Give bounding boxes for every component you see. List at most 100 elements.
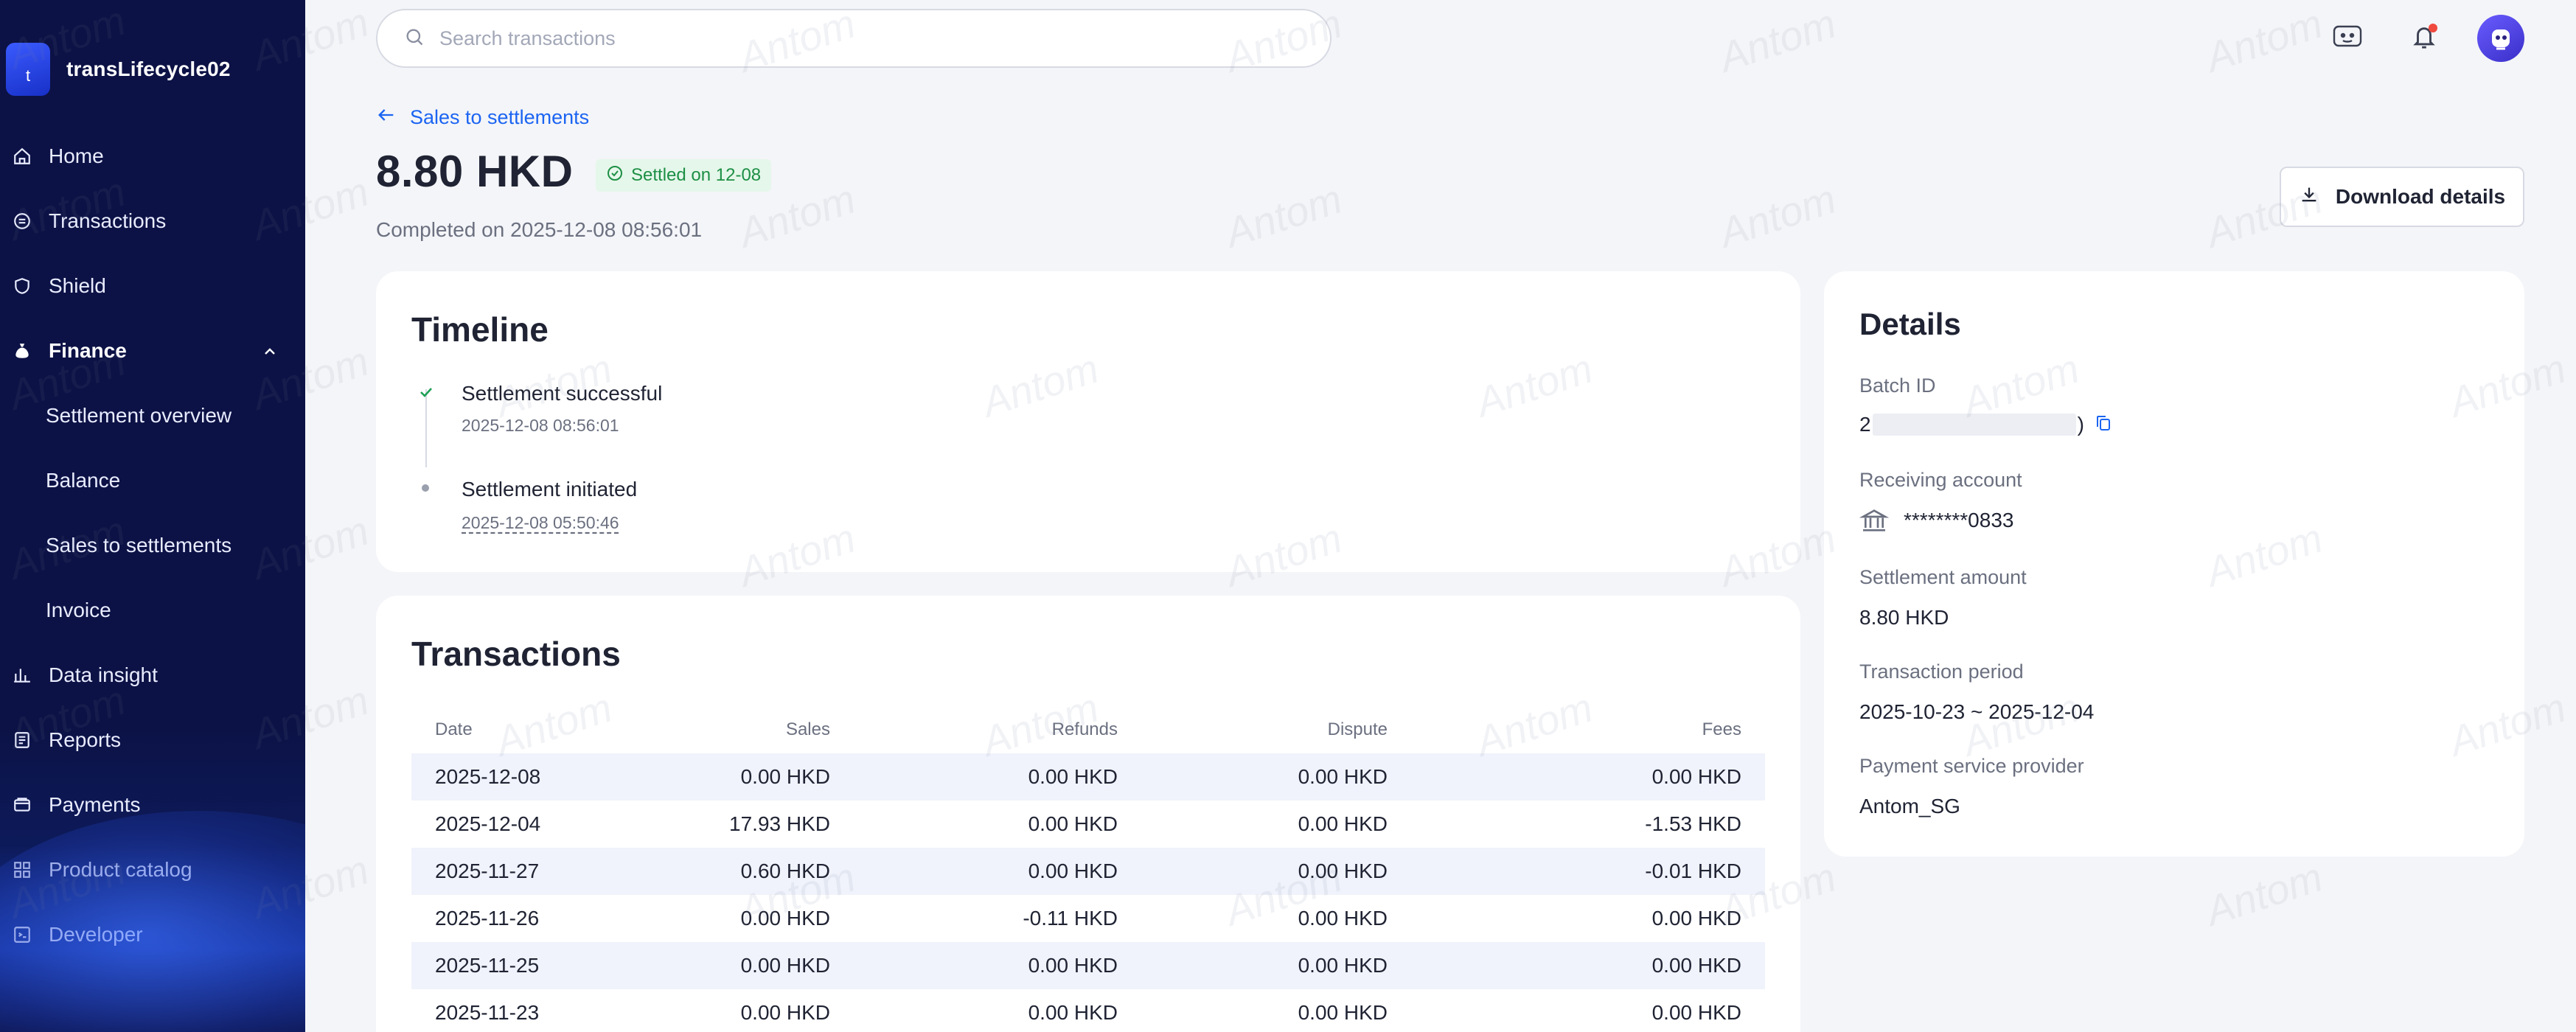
sidebar-item-label: Home xyxy=(49,144,104,167)
batch-id-prefix: 2 xyxy=(1859,413,1871,436)
batch-id-suffix: ) xyxy=(2077,413,2084,436)
receiving-account-row: ********0833 xyxy=(1859,506,2013,535)
batch-id-value: 2 ) xyxy=(1859,413,2112,436)
home-icon xyxy=(12,146,32,167)
account-switcher[interactable]: t transLifecycle02 xyxy=(6,43,231,96)
table-row[interactable]: 2025-11-25 0.00 HKD 0.00 HKD 0.00 HKD 0.… xyxy=(411,942,1765,989)
transaction-period-value: 2025-10-23 ~ 2025-12-04 xyxy=(1859,700,2095,723)
sidebar-item-label: Developer xyxy=(49,923,143,946)
cell-sales: 0.00 HKD xyxy=(740,1001,830,1024)
watermark: Antom xyxy=(1713,175,1842,257)
sidebar-item-payments[interactable]: Payments xyxy=(0,773,305,837)
table-row[interactable]: 2025-12-04 17.93 HKD 0.00 HKD 0.00 HKD -… xyxy=(411,801,1765,848)
notifications-button[interactable] xyxy=(2401,15,2448,62)
table-row[interactable]: 2025-11-26 0.00 HKD -0.11 HKD 0.00 HKD 0… xyxy=(411,895,1765,942)
cell-fees: 0.00 HKD xyxy=(1651,907,1741,930)
payments-icon xyxy=(12,795,32,815)
sidebar-item-finance[interactable]: Finance xyxy=(0,318,305,383)
cell-sales: 0.00 HKD xyxy=(740,907,830,930)
cell-dispute: 0.00 HKD xyxy=(1141,942,1411,989)
search-input[interactable] xyxy=(439,27,1250,50)
sidebar-nav: Home Transactions Shield Finance Settlem… xyxy=(0,124,305,967)
account-name: transLifecycle02 xyxy=(66,57,231,80)
watermark: Antom xyxy=(2200,0,2328,81)
watermark: Antom xyxy=(1713,0,1842,81)
table-row[interactable]: 2025-11-27 0.60 HKD 0.00 HKD 0.00 HKD -0… xyxy=(411,848,1765,895)
cell-date: 2025-12-04 xyxy=(435,812,541,835)
cell-sales: 0.00 HKD xyxy=(633,942,854,989)
watermark: Antom xyxy=(2200,853,2328,935)
psp-label: Payment service provider xyxy=(1859,755,2084,777)
finance-icon xyxy=(12,341,32,361)
sidebar-subitem-label: Invoice xyxy=(46,599,111,621)
download-details-button[interactable]: Download details xyxy=(2280,167,2524,227)
sidebar-item-home[interactable]: Home xyxy=(0,124,305,189)
details-title: Details xyxy=(1859,307,1961,341)
cell-dispute: 0.00 HKD xyxy=(1298,812,1388,835)
timeline-card: Timeline Settlement successful 2025-12-0… xyxy=(376,271,1800,572)
sidebar: t transLifecycle02 Home Transactions Shi… xyxy=(0,0,305,1032)
sidebar-item-shield[interactable]: Shield xyxy=(0,254,305,318)
account-initial: t xyxy=(25,66,31,85)
timeline-event-title: Settlement successful xyxy=(462,382,663,405)
column-header-refunds: Refunds xyxy=(1051,719,1118,739)
transactions-table: Date Sales Refunds Dispute Fees 2025-12-… xyxy=(411,706,1765,1032)
sidebar-subitem-label: Balance xyxy=(46,469,121,492)
sidebar-item-data-insight[interactable]: Data insight xyxy=(0,643,305,708)
timeline-event-time[interactable]: 2025-12-08 05:50:46 xyxy=(462,513,619,533)
cell-dispute: 0.00 HKD xyxy=(1298,907,1388,930)
cell-refunds: -0.11 HKD xyxy=(1023,907,1118,930)
cell-sales: 0.60 HKD xyxy=(633,848,854,895)
back-to-sales-link[interactable]: Sales to settlements xyxy=(376,105,589,130)
top-actions xyxy=(2324,15,2524,62)
cell-dispute: 0.00 HKD xyxy=(1141,848,1411,895)
chat-bot-icon xyxy=(2331,22,2364,55)
search-icon xyxy=(404,27,425,51)
table-row[interactable]: 2025-11-23 0.00 HKD 0.00 HKD 0.00 HKD 0.… xyxy=(411,989,1765,1032)
batch-id-redacted xyxy=(1872,414,2076,436)
sidebar-subitem-label: Settlement overview xyxy=(46,404,232,427)
batch-id-label: Batch ID xyxy=(1859,374,1936,397)
sidebar-subitem-sales-to-settlements[interactable]: Sales to settlements xyxy=(0,513,305,578)
search-bar[interactable] xyxy=(376,9,1331,68)
column-header-date: Date xyxy=(435,719,473,739)
cell-fees: 0.00 HKD xyxy=(1411,753,1765,801)
copy-icon[interactable] xyxy=(2095,414,2112,436)
sidebar-item-product-catalog[interactable]: Product catalog xyxy=(0,837,305,902)
sidebar-item-developer[interactable]: Developer xyxy=(0,902,305,967)
cell-date: 2025-11-23 xyxy=(435,1001,540,1024)
user-avatar[interactable] xyxy=(2477,15,2524,62)
account-avatar: t xyxy=(6,43,50,96)
table-row[interactable]: 2025-12-08 0.00 HKD 0.00 HKD 0.00 HKD 0.… xyxy=(411,753,1765,801)
sidebar-subitem-balance[interactable]: Balance xyxy=(0,448,305,513)
shield-icon xyxy=(12,276,32,296)
cell-refunds: 0.00 HKD xyxy=(1028,812,1118,835)
data-insight-icon xyxy=(12,665,32,686)
product-catalog-icon xyxy=(12,860,32,880)
sidebar-item-label: Data insight xyxy=(49,663,158,686)
check-icon xyxy=(417,383,435,401)
timeline-event-title: Settlement initiated xyxy=(462,478,638,501)
reports-icon xyxy=(12,730,32,750)
sidebar-item-label: Finance xyxy=(49,339,127,362)
transactions-icon xyxy=(12,211,32,231)
sidebar-subitem-settlement-overview[interactable]: Settlement overview xyxy=(0,383,305,448)
timeline-title: Timeline xyxy=(411,310,549,349)
sidebar-subitem-invoice[interactable]: Invoice xyxy=(0,578,305,643)
sidebar-item-reports[interactable]: Reports xyxy=(0,708,305,773)
transaction-period-label: Transaction period xyxy=(1859,660,2024,683)
sidebar-item-label: Reports xyxy=(49,728,122,751)
chevron-up-icon[interactable] xyxy=(261,342,279,360)
support-button[interactable] xyxy=(2324,15,2371,62)
arrow-left-icon xyxy=(376,105,397,130)
cell-fees: 0.00 HKD xyxy=(1651,1001,1741,1024)
cell-date: 2025-11-27 xyxy=(411,848,633,895)
sidebar-item-transactions[interactable]: Transactions xyxy=(0,189,305,254)
cell-refunds: 0.00 HKD xyxy=(854,848,1141,895)
timeline-event-time: 2025-12-08 08:56:01 xyxy=(462,416,619,435)
cell-fees: -1.53 HKD xyxy=(1645,812,1741,835)
settlement-amount-value: 8.80 HKD xyxy=(1859,606,1949,629)
status-badge: Settled on 12-08 xyxy=(596,159,772,192)
cell-fees: 0.00 HKD xyxy=(1411,942,1765,989)
sidebar-item-label: Shield xyxy=(49,274,106,297)
